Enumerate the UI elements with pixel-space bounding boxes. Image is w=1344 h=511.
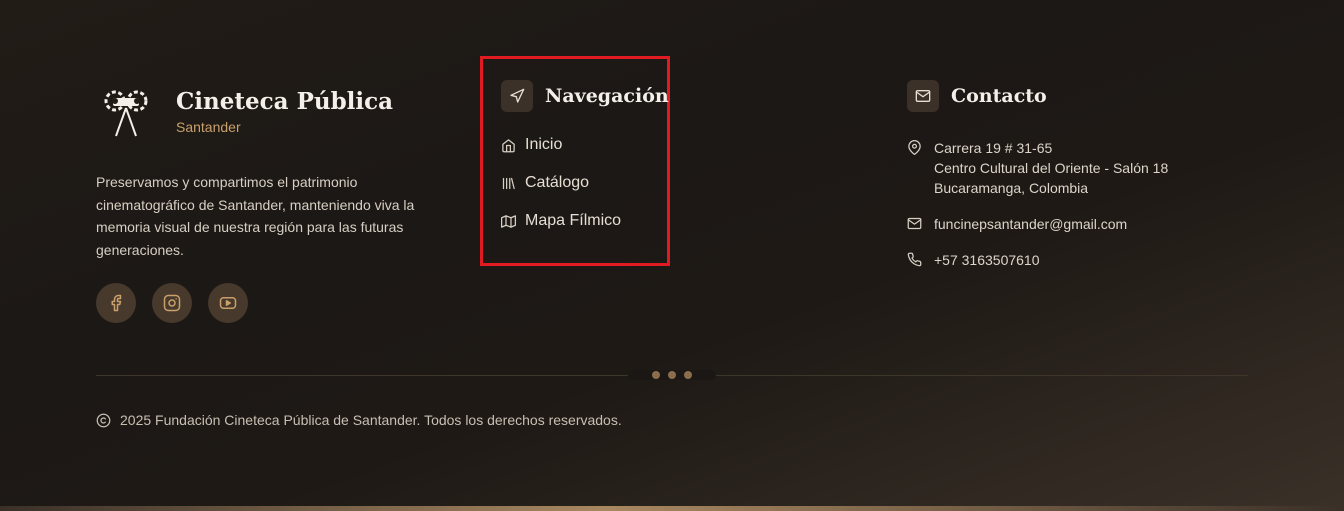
contact-phone[interactable]: +57 3163507610 bbox=[907, 250, 1168, 270]
social-links bbox=[96, 283, 248, 323]
divider-dot bbox=[652, 371, 660, 379]
navigation-section: Navegación Inicio Catálogo Mapa Fílmico bbox=[480, 56, 670, 266]
divider-ornament bbox=[628, 370, 716, 380]
navigation-list: Inicio Catálogo Mapa Fílmico bbox=[501, 136, 621, 253]
copyright-icon bbox=[96, 413, 111, 427]
facebook-icon bbox=[111, 294, 122, 312]
envelope-icon bbox=[907, 217, 922, 230]
navigation-arrow-icon bbox=[510, 88, 525, 103]
nav-item-mapa-filmico[interactable]: Mapa Fílmico bbox=[501, 202, 621, 240]
navigation-header: Navegación bbox=[501, 80, 669, 112]
site-footer: Cineteca Pública Santander Preservamos y… bbox=[0, 0, 1344, 511]
youtube-icon bbox=[219, 297, 237, 309]
brand-subtitle: Santander bbox=[176, 119, 241, 135]
nav-label-mapa-filmico: Mapa Fílmico bbox=[525, 212, 622, 229]
facebook-link[interactable] bbox=[96, 283, 136, 323]
nav-item-inicio[interactable]: Inicio bbox=[501, 126, 621, 164]
contact-title: Contacto bbox=[951, 85, 1047, 107]
address-line-1: Carrera 19 # 31-65 bbox=[934, 140, 1053, 156]
copyright: 2025 Fundación Cineteca Pública de Santa… bbox=[96, 412, 622, 428]
nav-label-inicio: Inicio bbox=[525, 136, 563, 153]
contact-list: Carrera 19 # 31-65 Centro Cultural del O… bbox=[907, 138, 1168, 286]
address-line-2: Centro Cultural del Oriente - Salón 18 bbox=[934, 160, 1169, 176]
contact-address: Carrera 19 # 31-65 Centro Cultural del O… bbox=[907, 138, 1168, 198]
copyright-text: 2025 Fundación Cineteca Pública de Santa… bbox=[120, 412, 622, 428]
navigation-icon-box bbox=[501, 80, 533, 112]
address-line-3: Bucaramanga, Colombia bbox=[934, 180, 1089, 196]
instagram-link[interactable] bbox=[152, 283, 192, 323]
library-icon bbox=[502, 177, 515, 189]
navigation-title: Navegación bbox=[545, 85, 669, 107]
phone-icon bbox=[907, 252, 922, 267]
instagram-icon bbox=[163, 294, 181, 312]
map-pin-icon bbox=[908, 140, 921, 155]
contact-header: Contacto bbox=[907, 80, 1237, 112]
divider-dot bbox=[684, 371, 692, 379]
phone-text[interactable]: +57 3163507610 bbox=[934, 250, 1040, 270]
contact-section: Contacto Carrera 19 # 31-65 Centro Cultu… bbox=[907, 80, 1237, 268]
nav-item-catalogo[interactable]: Catálogo bbox=[501, 164, 621, 202]
film-camera-logo-icon[interactable] bbox=[104, 88, 148, 138]
map-icon bbox=[501, 214, 516, 228]
brand-title: Cineteca Pública bbox=[176, 88, 394, 115]
divider-dot bbox=[668, 371, 676, 379]
address-text: Carrera 19 # 31-65 Centro Cultural del O… bbox=[934, 138, 1168, 198]
mail-icon bbox=[915, 90, 931, 102]
email-text[interactable]: funcinepsantander@gmail.com bbox=[934, 214, 1127, 234]
nav-label-catalogo: Catálogo bbox=[525, 174, 590, 191]
contact-email[interactable]: funcinepsantander@gmail.com bbox=[907, 214, 1168, 234]
brand-description: Preservamos y compartimos el patrimonio … bbox=[96, 174, 415, 258]
home-icon bbox=[502, 138, 515, 152]
youtube-link[interactable] bbox=[208, 283, 248, 323]
contact-icon-box bbox=[907, 80, 939, 112]
bottom-accent-bar bbox=[0, 506, 1344, 511]
